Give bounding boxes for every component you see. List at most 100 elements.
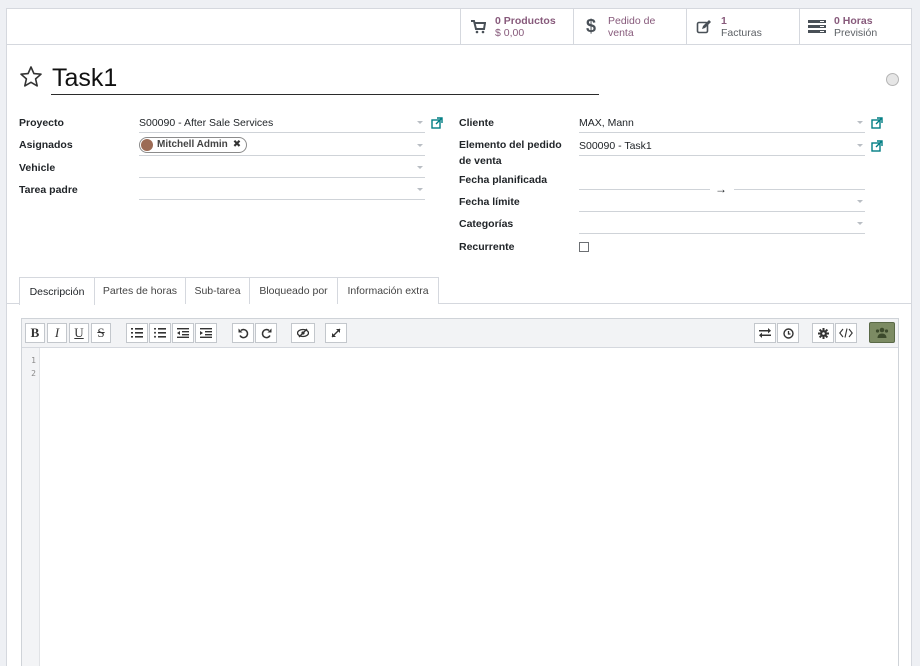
vehicle-field[interactable]	[139, 158, 425, 178]
label-recurrente: Recurrente	[459, 241, 515, 253]
tasks-icon	[800, 19, 834, 34]
underline-button[interactable]: U	[69, 323, 89, 343]
cliente-field[interactable]: MAX, Mann	[579, 113, 865, 133]
tab-partes-de-horas[interactable]: Partes de horas	[94, 277, 186, 304]
outdent-icon	[177, 328, 189, 338]
hours-unit: Horas	[842, 14, 873, 27]
label-fecha-limite: Fecha límite	[459, 196, 520, 208]
products-count: 0 Productos	[495, 14, 556, 27]
chevron-down-icon	[857, 200, 863, 203]
chevron-down-icon	[417, 166, 423, 169]
ordered-list-icon	[131, 328, 143, 338]
label-elemento-pedido: Elemento del pedido de venta	[459, 137, 562, 169]
undo-icon	[238, 328, 248, 338]
history-button[interactable]	[777, 323, 799, 343]
tab-descripcion[interactable]: Descripción	[19, 277, 95, 305]
edit-icon	[687, 19, 721, 35]
avatar	[141, 139, 153, 151]
fecha-planificada-start-field[interactable]	[579, 170, 710, 190]
chevron-down-icon	[857, 121, 863, 124]
exchange-icon	[759, 328, 771, 338]
editor-toolbar: B I U S	[22, 319, 898, 348]
form-sheet: 0 Productos $ 0,00 $ Pedido de venta 1 F…	[6, 8, 912, 666]
hours-label: Previsión	[834, 26, 878, 39]
sale-order-smart-button[interactable]: $ Pedido de venta	[573, 9, 687, 44]
fecha-limite-field[interactable]	[579, 192, 865, 212]
chevron-down-icon	[857, 144, 863, 147]
undo-button[interactable]	[232, 323, 254, 343]
cart-icon	[461, 19, 495, 34]
line-number-gutter: 1 2	[22, 348, 40, 666]
smart-button-bar: 0 Productos $ 0,00 $ Pedido de venta 1 F…	[7, 9, 911, 45]
label-categorias: Categorías	[459, 218, 514, 230]
asignados-field[interactable]: Mitchell Admin ✖	[139, 136, 425, 156]
task-title[interactable]: Task1	[51, 63, 599, 95]
bullet-list-icon	[154, 328, 166, 338]
clock-icon	[782, 327, 794, 339]
proyecto-field[interactable]: S00090 - After Sale Services	[139, 113, 425, 133]
label-fecha-planificada: Fecha planificada	[459, 174, 548, 186]
label-elemento-pedido-line1: Elemento del pedido	[459, 139, 562, 151]
indent-button[interactable]	[195, 323, 217, 343]
proyecto-value: S00090 - After Sale Services	[139, 117, 274, 129]
tarea-padre-field[interactable]	[139, 180, 425, 200]
remove-tag-icon[interactable]: ✖	[233, 136, 241, 154]
categorias-field[interactable]	[579, 214, 865, 234]
elemento-pedido-field[interactable]: S00090 - Task1	[579, 136, 865, 156]
strikethrough-button[interactable]: S	[91, 323, 111, 343]
description-editor: B I U S 1 2	[21, 318, 899, 666]
expand-icon	[331, 328, 341, 338]
recurrente-checkbox[interactable]	[579, 242, 589, 252]
chevron-down-icon	[857, 222, 863, 225]
media-button[interactable]	[869, 322, 895, 343]
dollar-icon: $	[585, 16, 596, 36]
line-number: 2	[31, 369, 36, 378]
invoices-count: 1	[721, 14, 727, 27]
remove-format-button[interactable]	[291, 323, 315, 343]
bold-button[interactable]: B	[25, 323, 45, 343]
tab-bloqueado-por[interactable]: Bloqueado por	[249, 277, 338, 304]
translate-button[interactable]	[754, 323, 776, 343]
star-icon[interactable]	[19, 65, 43, 89]
label-cliente: Cliente	[459, 117, 495, 129]
sale-order-line1: Pedido de	[608, 14, 656, 27]
label-vehicle: Vehicle	[19, 162, 56, 174]
label-proyecto: Proyecto	[19, 117, 64, 129]
label-elemento-pedido-line2: de venta	[459, 155, 502, 167]
redo-button[interactable]	[255, 323, 277, 343]
redo-icon	[261, 328, 271, 338]
invoices-label: Facturas	[721, 26, 762, 39]
products-smart-button[interactable]: 0 Productos $ 0,00	[460, 9, 574, 44]
external-link-icon[interactable]	[871, 117, 883, 129]
settings-button[interactable]	[812, 323, 834, 343]
outdent-button[interactable]	[172, 323, 194, 343]
indent-icon	[200, 328, 212, 338]
cliente-value: MAX, Mann	[579, 117, 634, 129]
hours-smart-button[interactable]: 0 Horas Previsión	[799, 9, 911, 44]
chevron-down-icon	[417, 121, 423, 124]
unordered-list-button[interactable]	[149, 323, 171, 343]
hours-count: 0	[834, 14, 840, 27]
tab-sub-tarea[interactable]: Sub-tarea	[185, 277, 250, 304]
external-link-icon[interactable]	[431, 117, 443, 129]
external-link-icon[interactable]	[871, 140, 883, 152]
code-view-button[interactable]	[835, 323, 857, 343]
kanban-state-indicator[interactable]	[886, 73, 899, 86]
invoices-smart-button[interactable]: 1 Facturas	[686, 9, 800, 44]
chevron-down-icon	[417, 188, 423, 191]
code-icon	[839, 328, 853, 338]
user-tag-label: Mitchell Admin	[157, 139, 228, 150]
eraser-icon	[297, 328, 309, 338]
users-icon	[875, 327, 889, 338]
ordered-list-button[interactable]	[126, 323, 148, 343]
elemento-pedido-value: S00090 - Task1	[579, 140, 652, 152]
products-amount: $ 0,00	[495, 26, 525, 39]
tab-informacion-extra[interactable]: Información extra	[337, 277, 439, 304]
gear-icon	[817, 327, 829, 339]
fullscreen-button[interactable]	[325, 323, 347, 343]
label-tarea-padre: Tarea padre	[19, 184, 78, 196]
fecha-planificada-end-field[interactable]	[734, 170, 865, 190]
italic-button[interactable]: I	[47, 323, 67, 343]
label-asignados: Asignados	[19, 139, 73, 151]
editor-content-area[interactable]	[41, 348, 898, 666]
